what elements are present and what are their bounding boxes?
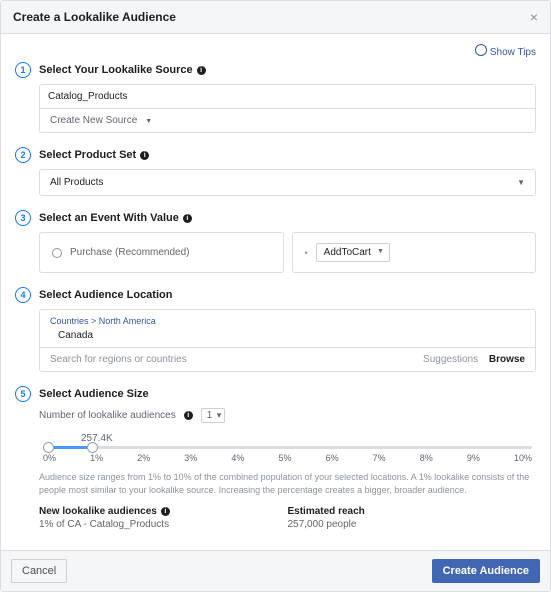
size-description: Audience size ranges from 1% to 10% of t…	[39, 471, 536, 496]
source-selector: Catalog_Products Create New Source	[39, 84, 536, 133]
dialog-header: Create a Lookalike Audience ×	[1, 1, 550, 34]
browse-link[interactable]: Browse	[489, 354, 525, 365]
bullet-icon: •	[305, 248, 308, 258]
chevron-down-icon: ▼	[517, 178, 525, 187]
info-icon[interactable]: i	[183, 214, 192, 223]
location-value: Canada	[40, 328, 535, 347]
step-badge: 5	[15, 386, 31, 402]
reach-value: 257,000 people	[288, 519, 537, 530]
location-search-input[interactable]: Search for regions or countries	[50, 354, 423, 365]
step-title: Select Audience Location	[39, 289, 172, 301]
step-title: Select Product Set	[39, 149, 136, 161]
dialog-footer: Cancel Create Audience	[1, 550, 550, 591]
cancel-button[interactable]: Cancel	[11, 559, 67, 583]
audience-count-select[interactable]: 1	[201, 408, 226, 423]
product-set-select[interactable]: All Products ▼	[39, 169, 536, 196]
reach-label: Estimated reach	[288, 506, 365, 517]
show-tips-link[interactable]: Show Tips	[475, 47, 536, 58]
event-custom-option: • AddToCart	[292, 232, 537, 273]
info-icon[interactable]: i	[184, 411, 193, 420]
info-icon[interactable]: i	[140, 151, 149, 160]
event-dropdown[interactable]: AddToCart	[316, 243, 390, 262]
step-source: 1 Select Your Lookalike Source i Catalog…	[15, 62, 536, 133]
step-event: 3 Select an Event With Value i Purchase …	[15, 210, 536, 273]
slider-thumb-end[interactable]	[87, 442, 98, 453]
slider-thumb-start[interactable]	[43, 442, 54, 453]
step-title: Select Your Lookalike Source	[39, 64, 193, 76]
slider-value: 257.4K	[81, 433, 532, 444]
new-audiences-value: 1% of CA - Catalog_Products	[39, 519, 288, 530]
location-breadcrumb[interactable]: Countries > North America	[40, 310, 535, 328]
step-badge: 4	[15, 287, 31, 303]
dialog-title: Create a Lookalike Audience	[13, 10, 176, 24]
create-audience-button[interactable]: Create Audience	[432, 559, 540, 583]
step-title: Select Audience Size	[39, 388, 149, 400]
radio-icon	[52, 248, 62, 258]
source-value[interactable]: Catalog_Products	[40, 85, 535, 108]
audience-count-label: Number of lookalike audiences	[39, 410, 176, 421]
step-location: 4 Select Audience Location Countries > N…	[15, 287, 536, 372]
step-product-set: 2 Select Product Set i All Products ▼	[15, 147, 536, 196]
step-badge: 2	[15, 147, 31, 163]
step-badge: 3	[15, 210, 31, 226]
close-icon[interactable]: ×	[530, 9, 538, 25]
step-size: 5 Select Audience Size Number of lookali…	[15, 386, 536, 530]
info-icon[interactable]: i	[161, 507, 170, 516]
suggestions-link[interactable]: Suggestions	[423, 354, 478, 365]
lookalike-dialog: Create a Lookalike Audience × Show Tips …	[0, 0, 551, 592]
event-recommended-option[interactable]: Purchase (Recommended)	[39, 232, 284, 273]
slider-ticks: 0%1%2%3%4%5%6%7%8%9%10%	[43, 453, 532, 463]
new-audiences-label: New lookalike audiences	[39, 506, 157, 517]
step-title: Select an Event With Value	[39, 212, 179, 224]
size-slider[interactable]	[43, 446, 532, 449]
create-new-source[interactable]: Create New Source	[40, 108, 535, 132]
step-badge: 1	[15, 62, 31, 78]
info-icon[interactable]: i	[197, 66, 206, 75]
